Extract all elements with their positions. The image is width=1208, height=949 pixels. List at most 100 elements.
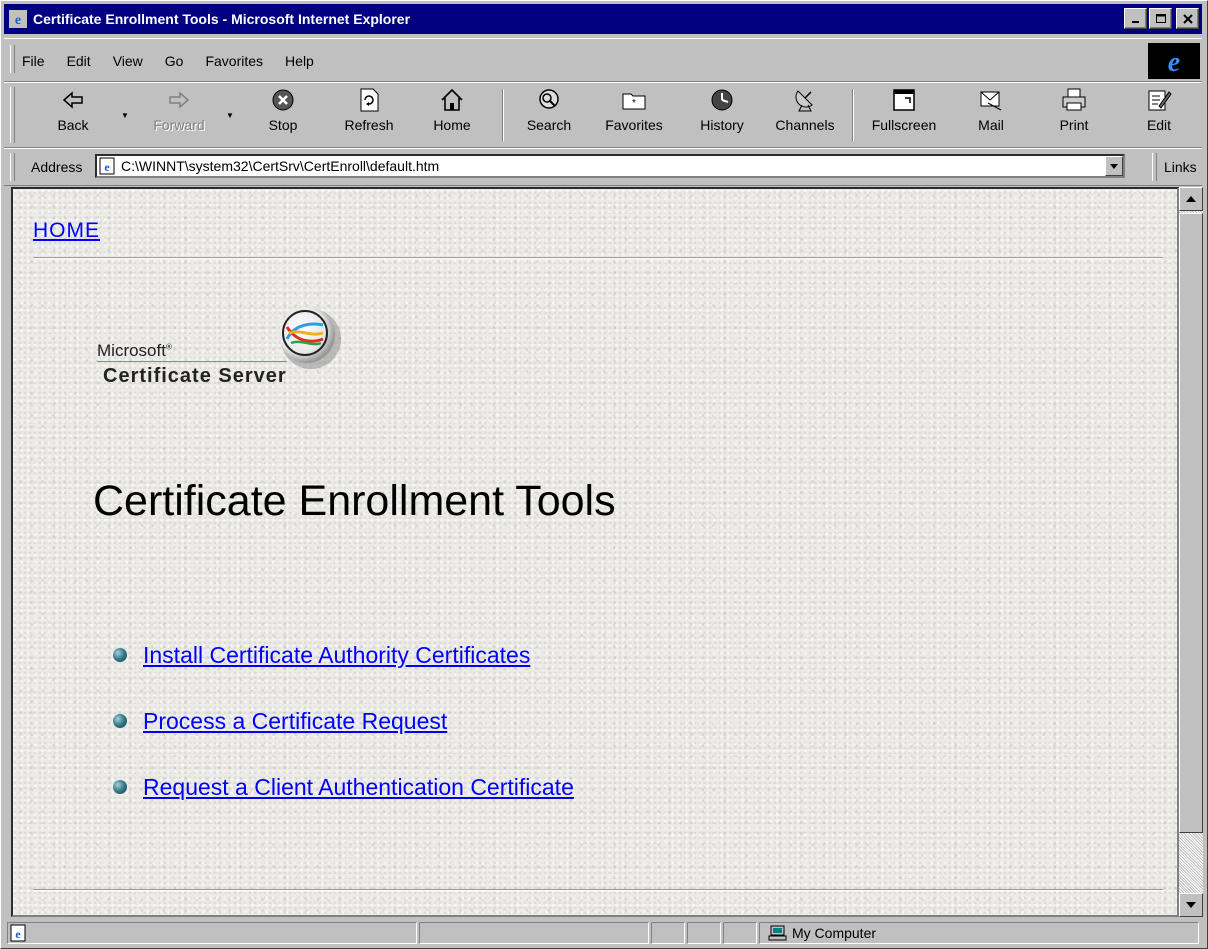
title-bar[interactable]: e Certificate Enrollment Tools - Microso…: [4, 4, 1202, 34]
close-icon: [1182, 13, 1193, 24]
back-arrow-icon: [62, 91, 83, 109]
bullet-icon: [113, 714, 127, 728]
menu-edit[interactable]: Edit: [67, 53, 91, 69]
list-item: Install Certificate Authority Certificat…: [113, 622, 574, 688]
scroll-down-button[interactable]: [1179, 893, 1203, 917]
list-item: Request a Client Authentication Certific…: [113, 754, 574, 820]
home-icon: [441, 88, 463, 111]
back-button[interactable]: Back: [48, 87, 98, 143]
menu-view[interactable]: View: [113, 53, 143, 69]
security-zone-label: My Computer: [792, 925, 877, 941]
vertical-scrollbar[interactable]: [1179, 187, 1203, 917]
minimize-icon: [1131, 20, 1139, 23]
page-status-icon: e: [10, 924, 26, 942]
bullet-icon: [113, 648, 127, 662]
menu-grip[interactable]: [10, 45, 15, 73]
channels-satellite-icon: [795, 90, 813, 112]
ie-logo-icon: e: [1168, 47, 1180, 76]
print-icon: [1062, 88, 1086, 111]
arrow-down-icon: [1186, 902, 1196, 908]
maximize-icon: [1155, 13, 1166, 23]
scroll-up-button[interactable]: [1179, 187, 1203, 211]
history-button[interactable]: History: [692, 87, 752, 143]
svg-text:e: e: [15, 13, 21, 28]
address-dropdown-button[interactable]: [1105, 156, 1123, 176]
search-icon: [539, 89, 559, 109]
scroll-thumb[interactable]: [1179, 213, 1203, 833]
edit-button[interactable]: Edit: [1134, 87, 1184, 143]
status-pane: [651, 922, 685, 944]
logo-microsoft-text: Microsoft®: [97, 341, 172, 360]
forward-arrow-icon: [169, 91, 190, 109]
certificate-server-logo: Microsoft® Certificate Server: [97, 303, 367, 403]
chevron-down-icon: [1110, 163, 1118, 169]
mail-button[interactable]: Mail: [966, 87, 1016, 143]
home-link[interactable]: HOME: [33, 219, 100, 243]
menu-go[interactable]: Go: [165, 53, 184, 69]
back-dropdown-icon[interactable]: ▼: [121, 111, 129, 120]
history-icon: [711, 89, 733, 111]
search-button[interactable]: Search: [519, 87, 579, 143]
minimize-button[interactable]: [1124, 8, 1147, 29]
fullscreen-icon: [893, 89, 915, 111]
menu-help[interactable]: Help: [285, 53, 314, 69]
browser-window: e Certificate Enrollment Tools - Microso…: [0, 0, 1208, 949]
page-title: Certificate Enrollment Tools: [93, 477, 616, 525]
favorites-button[interactable]: * Favorites: [599, 87, 669, 143]
list-item: Process a Certificate Request: [113, 688, 574, 754]
stop-icon: [272, 89, 294, 111]
favorites-folder-icon: *: [622, 93, 646, 110]
svg-text:e: e: [1168, 47, 1180, 76]
status-bar: e My Computer: [4, 922, 1202, 946]
my-computer-icon: [768, 925, 787, 941]
forward-dropdown-icon[interactable]: ▼: [226, 111, 234, 120]
toolbar-separator: [502, 89, 504, 141]
enrollment-links: Install Certificate Authority Certificat…: [113, 622, 574, 820]
toolbar-grip[interactable]: [10, 87, 15, 143]
page-content: HOME Microsoft® Certificate Server Certi…: [11, 187, 1179, 917]
status-pane: [723, 922, 757, 944]
window-title: Certificate Enrollment Tools - Microsoft…: [33, 11, 411, 27]
arrow-up-icon: [1186, 196, 1196, 202]
home-button[interactable]: Home: [427, 87, 477, 143]
stop-button[interactable]: Stop: [258, 87, 308, 143]
forward-button[interactable]: Forward: [144, 87, 214, 143]
status-pane: [687, 922, 721, 944]
top-divider: [33, 257, 1163, 259]
menu-favorites[interactable]: Favorites: [205, 53, 263, 69]
ie-throbber-logo: e: [1148, 43, 1200, 79]
ie-app-icon: e: [9, 10, 27, 28]
status-zone-pane: My Computer: [759, 922, 1199, 944]
toolbar-separator: [852, 89, 854, 141]
refresh-button[interactable]: Refresh: [334, 87, 404, 143]
address-bar: Address e Links: [4, 148, 1202, 186]
standard-toolbar: Back ▼ Forward ▼ Stop Refresh Home Searc…: [4, 82, 1202, 148]
channels-button[interactable]: Channels: [769, 87, 841, 143]
request-client-auth-certificate-link[interactable]: Request a Client Authentication Certific…: [143, 774, 574, 801]
status-text-pane: e: [7, 922, 417, 944]
links-grip[interactable]: [1152, 153, 1157, 181]
links-toolbar[interactable]: Links: [1164, 159, 1197, 175]
address-label: Address: [31, 159, 83, 175]
refresh-icon: [360, 88, 379, 112]
page-icon: e: [99, 157, 115, 175]
status-progress-pane: [419, 922, 649, 944]
address-grip[interactable]: [10, 153, 15, 181]
svg-text:*: *: [632, 98, 636, 109]
menu-file[interactable]: File: [22, 53, 45, 69]
print-button[interactable]: Print: [1049, 87, 1099, 143]
mail-icon: [980, 91, 1002, 111]
install-ca-certificates-link[interactable]: Install Certificate Authority Certificat…: [143, 642, 530, 669]
edit-page-icon: [1148, 90, 1172, 111]
bullet-icon: [113, 780, 127, 794]
bottom-divider: [33, 889, 1163, 891]
menu-bar: File Edit View Go Favorites Help e: [4, 38, 1202, 82]
maximize-button[interactable]: [1149, 8, 1172, 29]
process-certificate-request-link[interactable]: Process a Certificate Request: [143, 708, 447, 735]
logo-rule: [97, 361, 287, 362]
close-button[interactable]: [1176, 8, 1199, 29]
address-field[interactable]: e: [95, 154, 1125, 178]
fullscreen-button[interactable]: Fullscreen: [862, 87, 946, 143]
svg-text:e: e: [104, 160, 110, 174]
address-input[interactable]: [117, 158, 1081, 174]
